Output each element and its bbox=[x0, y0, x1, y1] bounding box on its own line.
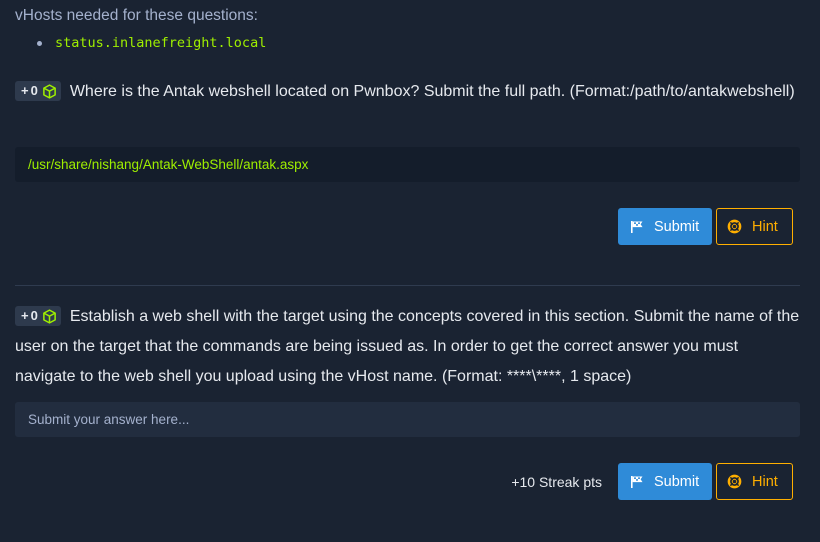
answer-1-wrapper bbox=[15, 147, 800, 182]
question-1-actions: Submit Hint bbox=[618, 208, 793, 245]
question-text: Establish a web shell with the target us… bbox=[15, 308, 800, 385]
hint-label: Hint bbox=[752, 473, 778, 490]
lifebuoy-icon bbox=[727, 474, 742, 489]
hint-button-2[interactable]: Hint bbox=[716, 463, 793, 500]
vhosts-list: status.inlanefreight.local bbox=[37, 35, 266, 51]
lifebuoy-icon bbox=[727, 219, 742, 234]
question-2-text-block: + 0 Establish a web shell with the targe… bbox=[15, 302, 800, 392]
cube-icon bbox=[42, 83, 57, 99]
question-text: Where is the Antak webshell located on P… bbox=[69, 83, 795, 100]
hint-label: Hint bbox=[752, 218, 778, 235]
badge-points: 0 bbox=[30, 308, 38, 323]
streak-points: +10 Streak pts bbox=[511, 473, 602, 490]
submit-button-2[interactable]: Submit bbox=[618, 463, 712, 500]
question-1: + 0 Where is the Antak webshell located … bbox=[15, 77, 800, 107]
answer-field-2[interactable] bbox=[15, 402, 800, 437]
submit-label: Submit bbox=[654, 473, 700, 490]
badge-plus: + bbox=[21, 83, 29, 98]
flag-icon bbox=[630, 475, 644, 489]
answer-input-1[interactable] bbox=[28, 157, 800, 172]
answer-2-wrapper bbox=[15, 402, 800, 437]
cube-icon bbox=[42, 308, 57, 324]
question-1-text-block: + 0 Where is the Antak webshell located … bbox=[15, 77, 800, 107]
flag-icon bbox=[630, 220, 644, 234]
list-item: status.inlanefreight.local bbox=[37, 35, 266, 51]
bullet bbox=[37, 40, 42, 46]
submit-label: Submit bbox=[654, 218, 700, 235]
points-badge: + 0 bbox=[15, 306, 61, 326]
question-2: + 0 Establish a web shell with the targe… bbox=[15, 302, 800, 392]
submit-button-1[interactable]: Submit bbox=[618, 208, 712, 245]
answer-input-2[interactable] bbox=[28, 412, 800, 427]
vhosts-heading: vHosts needed for these questions: bbox=[15, 7, 258, 24]
vhost-name: status.inlanefreight.local bbox=[55, 35, 267, 51]
answer-field-1[interactable] bbox=[15, 147, 800, 182]
badge-points: 0 bbox=[30, 83, 38, 98]
question-2-actions: +10 Streak pts Submit Hint bbox=[511, 463, 793, 500]
divider bbox=[15, 285, 800, 286]
points-badge: + 0 bbox=[15, 81, 61, 101]
badge-plus: + bbox=[21, 308, 29, 323]
hint-button-1[interactable]: Hint bbox=[716, 208, 793, 245]
